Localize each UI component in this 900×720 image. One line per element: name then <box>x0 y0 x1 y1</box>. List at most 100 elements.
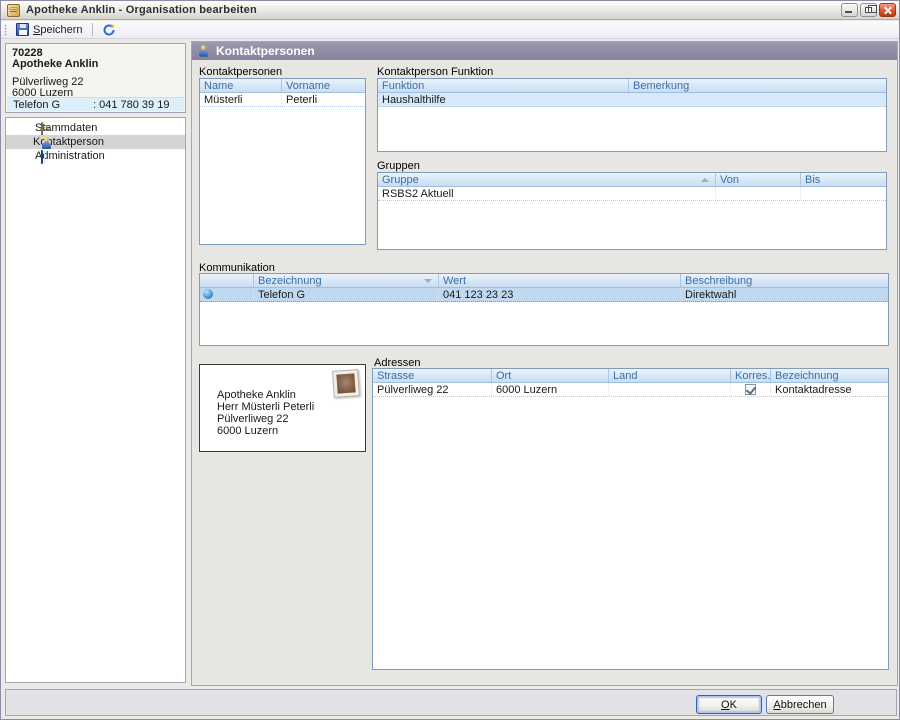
kontaktpersonen-label: Kontaktpersonen <box>199 66 283 78</box>
table-row[interactable]: RSBS2 Aktuell <box>378 187 886 201</box>
minimize-icon <box>845 11 852 13</box>
address-preview: Apotheke Anklin Herr Müsterli Peterli Pü… <box>199 364 366 452</box>
stamp-icon <box>332 369 360 398</box>
address-line: Herr Müsterli Peterli <box>217 401 315 413</box>
table-header-row: Strasse Ort Land Korres... Bezeichnung <box>373 369 888 383</box>
phone-label: Telefon G <box>13 98 61 111</box>
column-header-wert[interactable]: Wert <box>438 274 680 287</box>
checked-checkbox-icon[interactable] <box>745 384 756 395</box>
book-icon <box>41 150 43 164</box>
save-button[interactable]: Speichern <box>11 22 88 38</box>
toolbar-grip[interactable] <box>4 23 7 36</box>
address-line: 6000 Luzern <box>217 425 279 437</box>
gruppen-table: Gruppe Von Bis RSBS2 Aktuell <box>377 172 887 250</box>
sidebar-item-kontaktperson[interactable]: Kontaktperson <box>6 135 185 149</box>
sort-ascending-icon <box>701 178 709 182</box>
kommunikation-table: Bezeichnung Wert Beschreibung Telefon G … <box>199 273 889 346</box>
organisation-info-panel: 70228 Apotheke Anklin Pülverliweg 22 600… <box>5 43 186 113</box>
table-row[interactable]: Telefon G 041 123 23 23 Direktwahl <box>200 288 888 302</box>
refresh-icon <box>103 23 115 35</box>
cell-bemerkung <box>628 93 886 106</box>
refresh-button[interactable] <box>97 22 121 38</box>
table-header-row: Funktion Bemerkung <box>378 79 886 93</box>
column-header-funktion[interactable]: Funktion <box>378 79 628 92</box>
funktion-label: Kontaktperson Funktion <box>377 66 494 78</box>
column-header-beschreibung[interactable]: Beschreibung <box>680 274 888 287</box>
form-icon <box>41 122 43 136</box>
restore-icon <box>865 5 877 13</box>
address-preview-lines: Apotheke Anklin Herr Müsterli Peterli Pü… <box>217 389 314 437</box>
kontaktpersonen-table: Name Vorname Müsterli Peterli <box>199 78 366 245</box>
page-title: Kontaktpersonen <box>216 44 315 58</box>
table-header-row: Bezeichnung Wert Beschreibung <box>200 274 888 288</box>
cancel-button[interactable]: Abbrechen <box>766 695 834 714</box>
funktion-table: Funktion Bemerkung Haushalthilfe <box>377 78 887 152</box>
sidebar-item-label: Administration <box>35 150 105 162</box>
cell-name: Müsterli <box>204 94 243 106</box>
titlebar: Apotheke Anklin - Organisation bearbeite… <box>1 1 899 20</box>
column-header-land[interactable]: Land <box>608 369 730 382</box>
page-title-bar: Kontaktpersonen <box>192 42 897 60</box>
phone-value: : 041 780 39 19 <box>93 98 170 111</box>
table-row[interactable]: Haushalthilfe <box>378 93 886 107</box>
column-header-vorname[interactable]: Vorname <box>281 79 365 92</box>
cell-bezeichnung: Kontaktadresse <box>770 383 888 396</box>
cell-land <box>608 383 730 396</box>
column-header-name[interactable]: Name <box>200 79 281 92</box>
table-header-row: Name Vorname <box>200 79 365 93</box>
column-header-icon[interactable] <box>200 274 253 287</box>
sidebar-navigation: Stammdaten Kontaktperson Administration <box>5 117 186 683</box>
save-button-label: Speichern <box>33 23 83 36</box>
column-header-gruppe[interactable]: Gruppe <box>378 173 715 186</box>
address-line: Pülverliweg 22 <box>217 413 289 425</box>
cell-korrespondenz <box>730 383 770 396</box>
restore-button[interactable] <box>860 3 877 17</box>
toolbar: Speichern <box>1 21 899 39</box>
main-panel: Kontaktpersonen Kontaktpersonen Name Vor… <box>191 41 898 686</box>
column-header-bemerkung[interactable]: Bemerkung <box>628 79 886 92</box>
cell-bezeichnung: Telefon G <box>253 288 438 301</box>
cell-von <box>715 187 800 200</box>
cell-strasse: Pülverliweg 22 <box>377 384 449 396</box>
footer-bar: OK Abbrechen <box>5 689 897 716</box>
table-row[interactable]: Müsterli Peterli <box>200 93 365 107</box>
sidebar-item-label: Stammdaten <box>35 122 98 134</box>
sort-descending-icon <box>424 279 432 283</box>
save-floppy-icon <box>16 23 29 36</box>
cell-beschreibung: Direktwahl <box>680 288 888 301</box>
minimize-button[interactable] <box>841 3 858 17</box>
column-header-bis[interactable]: Bis <box>800 173 886 186</box>
cell-icon <box>200 288 253 301</box>
column-header-ort[interactable]: Ort <box>491 369 608 382</box>
cell-ort: 6000 Luzern <box>491 383 608 396</box>
toolbar-separator <box>91 23 93 36</box>
app-window: Apotheke Anklin - Organisation bearbeite… <box>0 0 900 720</box>
content-area: Kontaktpersonen Name Vorname Müsterli Pe… <box>192 60 897 685</box>
phone-ball-icon <box>203 289 213 299</box>
column-header-korrespondenz[interactable]: Korres... <box>730 369 770 382</box>
cell-wert: 041 123 23 23 <box>438 288 680 301</box>
column-header-bezeichnung[interactable]: Bezeichnung <box>770 369 888 382</box>
table-header-row: Gruppe Von Bis <box>378 173 886 187</box>
app-icon <box>7 3 20 17</box>
address-line: Apotheke Anklin <box>217 389 296 401</box>
person-icon <box>198 45 208 57</box>
cell-gruppe: RSBS2 Aktuell <box>382 188 454 200</box>
column-header-von[interactable]: Von <box>715 173 800 186</box>
organisation-phone-row: Telefon G : 041 780 39 19 <box>7 97 184 111</box>
cell-vorname: Peterli <box>281 93 365 106</box>
column-header-bezeichnung[interactable]: Bezeichnung <box>253 274 438 287</box>
ok-button[interactable]: OK <box>696 695 762 714</box>
sidebar-item-stammdaten[interactable]: Stammdaten <box>6 121 185 136</box>
window-title: Apotheke Anklin - Organisation bearbeite… <box>26 4 257 16</box>
organisation-name: Apotheke Anklin <box>12 58 99 70</box>
cell-bis <box>800 187 886 200</box>
gruppen-label: Gruppen <box>377 160 420 172</box>
table-row[interactable]: Pülverliweg 22 6000 Luzern Kontaktadress… <box>373 383 888 397</box>
column-header-strasse[interactable]: Strasse <box>373 369 491 382</box>
cell-funktion: Haushalthilfe <box>382 94 446 106</box>
close-button[interactable] <box>879 3 896 17</box>
window-controls <box>841 3 896 17</box>
adressen-table: Strasse Ort Land Korres... Bezeichnung P… <box>372 368 889 670</box>
sidebar-item-administration[interactable]: Administration <box>6 149 185 164</box>
